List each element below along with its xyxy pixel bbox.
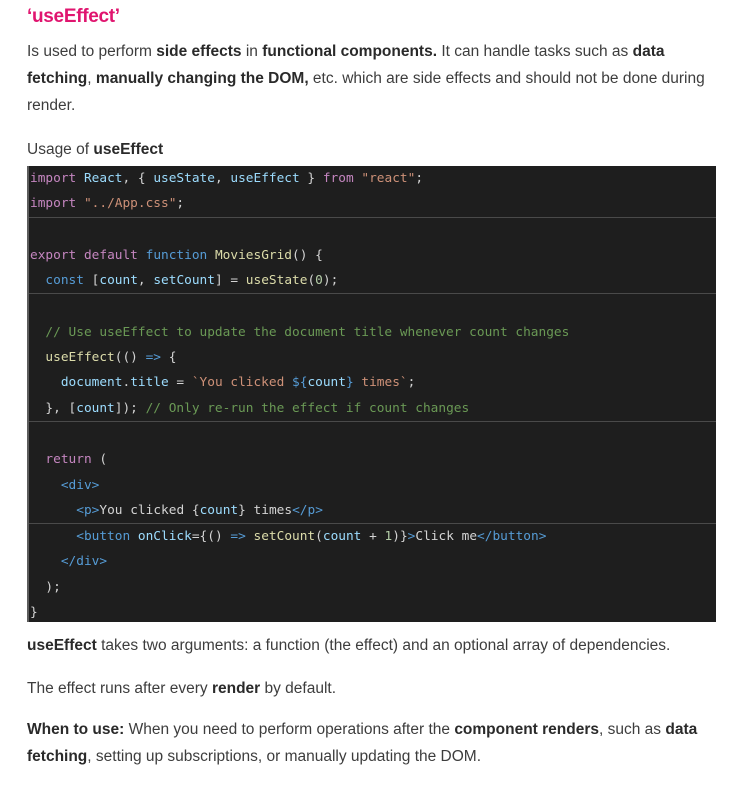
usage-text: Usage of <box>27 141 94 158</box>
usage-bold: useEffect <box>93 141 164 158</box>
code-line: }, [count]); // Only re-run the effect i… <box>29 396 716 422</box>
code-line: import "../App.css"; <box>29 191 716 218</box>
args-paragraph: useEffect takes two arguments: a functio… <box>27 632 719 659</box>
intro-paragraph: Is used to perform side effects in funct… <box>27 38 719 119</box>
intro-text: Is used to perform <box>27 43 157 60</box>
when-text: When you need to perform operations afte… <box>124 721 455 738</box>
article: ‘useEffect’ Is used to perform side effe… <box>0 0 739 792</box>
args-bold: useEffect <box>27 637 97 654</box>
code-line: // Use useEffect to update the document … <box>45 324 570 340</box>
code-line: export default function MoviesGrid() { <box>30 247 323 263</box>
code-line: </div> <box>60 554 108 570</box>
intro-bold: functional components. <box>262 43 438 60</box>
code-line: <div> <box>60 477 100 493</box>
runs-text: by default. <box>260 680 337 697</box>
section-heading: ‘useEffect’ <box>27 6 120 27</box>
intro-bold: side effects <box>156 43 242 60</box>
when-paragraph: When to use: When you need to perform op… <box>27 716 719 770</box>
code-line: const [count, setCount] = useState(0); <box>29 268 716 295</box>
code-line: useEffect(() => { <box>45 350 177 366</box>
code-line: document.title = `You clicked ${count} t… <box>60 375 416 391</box>
code-line: return ( <box>45 452 108 468</box>
runs-paragraph: The effect runs after every render by de… <box>27 675 719 702</box>
code-line: <button onClick={() => setCount(count + … <box>76 529 547 545</box>
code-line: ); <box>30 579 61 595</box>
intro-text: It can handle tasks such as <box>437 43 633 60</box>
when-text: , setting up subscriptions, or manually … <box>87 748 482 765</box>
when-bold: When to use: <box>27 721 125 738</box>
usage-caption: Usage of useEffect <box>27 136 719 163</box>
when-text: , such as <box>599 721 666 738</box>
runs-bold: render <box>211 680 261 697</box>
code-block: import React, { useState, useEffect } fr… <box>27 166 716 622</box>
code-line: import React, { useState, useEffect } fr… <box>30 171 424 186</box>
code-line: } <box>30 605 38 621</box>
code-line: <p>You clicked {count} times</p> <box>29 498 716 525</box>
runs-text: The effect runs after every <box>27 680 212 697</box>
intro-bold: manually changing the DOM, <box>95 70 309 87</box>
when-bold: component renders <box>454 721 600 738</box>
intro-text: , <box>87 70 96 87</box>
args-text: takes two arguments: a function (the eff… <box>96 637 671 654</box>
intro-text: in <box>241 43 263 60</box>
